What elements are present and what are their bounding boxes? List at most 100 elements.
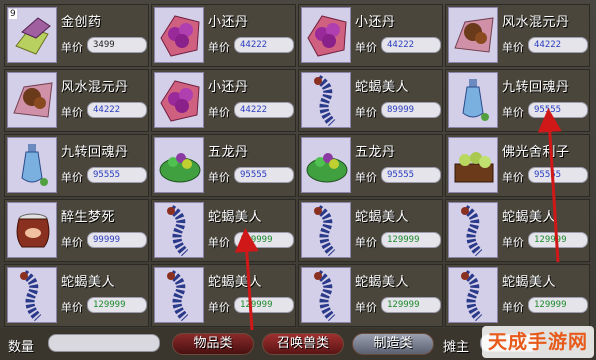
item-name: 蛇蝎美人 [208, 275, 263, 290]
item-slot[interactable]: 五龙丹 单价 95555 [151, 134, 296, 197]
item-icon-frame[interactable] [301, 72, 351, 128]
green-beads-box-icon [454, 152, 494, 183]
blue-worm-icon [314, 75, 336, 127]
item-slot[interactable]: 蛇蝎美人 单价 129999 [298, 199, 443, 262]
blue-worm-icon [20, 270, 42, 322]
item-icon-frame[interactable] [301, 7, 351, 63]
item-slot[interactable]: 蛇蝎美人 单价 129999 [4, 264, 149, 327]
item-icon-frame[interactable] [7, 202, 57, 258]
price-label: 单价 [502, 301, 524, 314]
item-icon-frame[interactable] [7, 137, 57, 193]
tab-crafting[interactable]: 制造类 [352, 333, 434, 355]
price-value: 44222 [87, 102, 147, 118]
blue-bottle-icon [21, 144, 48, 186]
site-watermark: 天成手游网 [482, 326, 594, 358]
item-slot[interactable]: 蛇蝎美人 单价 129999 [445, 199, 590, 262]
price-value: 44222 [381, 37, 441, 53]
item-icon-frame[interactable] [7, 267, 57, 323]
item-slot[interactable]: 小还丹单价 44222 [151, 69, 296, 132]
item-icon-frame[interactable] [301, 202, 351, 258]
item-slot[interactable]: 九转回魂丹单价 95555 [445, 69, 590, 132]
price-value: 44222 [528, 37, 588, 53]
item-name: 小还丹 [208, 80, 249, 95]
item-name: 风水混元丹 [61, 80, 129, 95]
blue-worm-icon [461, 270, 483, 322]
item-icon-frame[interactable] [301, 267, 351, 323]
item-slot[interactable]: 风水混元丹单价 44222 [4, 69, 149, 132]
price-value: 129999 [234, 232, 294, 248]
purple-pill-icon [160, 80, 200, 122]
price-value: 129999 [381, 297, 441, 313]
item-icon-frame[interactable] [448, 202, 498, 258]
price-value: 129999 [528, 297, 588, 313]
item-icon-frame[interactable] [448, 267, 498, 323]
price-value: 95555 [528, 102, 588, 118]
price-label: 单价 [61, 301, 83, 314]
item-slot[interactable]: 9 金创药 单价 3499 [4, 4, 149, 67]
price-value: 129999 [381, 232, 441, 248]
quantity-label: 数量 [8, 340, 35, 355]
price-value: 95555 [234, 167, 294, 183]
price-label: 单价 [502, 106, 524, 119]
price-label: 单价 [208, 236, 230, 249]
price-label: 单价 [208, 41, 230, 54]
item-grid: 9 金创药 单价 3499 小还丹 单价 44222 小还丹 单价 44222 风水混元丹 单价 442… [4, 4, 590, 327]
item-icon-frame[interactable] [448, 137, 498, 193]
price-label: 单价 [61, 41, 83, 54]
item-icon-frame[interactable] [154, 7, 204, 63]
price-label: 单价 [502, 41, 524, 54]
price-label: 单价 [61, 236, 83, 249]
item-name: 蛇蝎美人 [355, 275, 410, 290]
item-slot[interactable]: 九转回魂丹 单价 95555 [4, 134, 149, 197]
price-label: 单价 [208, 171, 230, 184]
tab-summons[interactable]: 召唤兽类 [262, 333, 344, 355]
item-slot[interactable]: 小还丹 单价 44222 [298, 4, 443, 67]
green-leaf-pills-icon [306, 153, 348, 183]
tab-items[interactable]: 物品类 [172, 333, 254, 355]
item-name: 佛光舍利子 [502, 145, 570, 160]
item-name: 九转回魂丹 [502, 80, 570, 95]
price-value: 44222 [234, 102, 294, 118]
item-name: 醉生梦死 [61, 210, 116, 225]
price-value: 89999 [381, 102, 441, 118]
price-value: 129999 [234, 297, 294, 313]
purple-pill-icon [160, 15, 200, 57]
item-icon-frame[interactable] [301, 137, 351, 193]
green-leaf-pills-icon [159, 153, 201, 183]
item-slot[interactable]: 蛇蝎美人 单价 129999 [151, 264, 296, 327]
item-icon-frame[interactable] [154, 267, 204, 323]
item-slot[interactable]: 蛇蝎美人 单价 129999 [151, 199, 296, 262]
item-slot[interactable]: 醉生梦死单价 99999 [4, 199, 149, 262]
item-slot[interactable]: 蛇蝎美人单价 129999 [445, 264, 590, 327]
item-name: 蛇蝎美人 [502, 275, 557, 290]
brown-pill-cloth-icon [13, 82, 53, 118]
item-slot[interactable]: 小还丹 单价 44222 [151, 4, 296, 67]
price-value: 99999 [87, 232, 147, 248]
seller-label: 摊主 [443, 340, 470, 355]
item-icon-frame[interactable] [7, 72, 57, 128]
item-icon-frame[interactable] [154, 72, 204, 128]
item-icon-frame[interactable] [154, 202, 204, 258]
price-label: 单价 [61, 106, 83, 119]
price-value: 95555 [87, 167, 147, 183]
quantity-input[interactable] [48, 334, 160, 352]
item-slot[interactable]: 风水混元丹 单价 44222 [445, 4, 590, 67]
item-slot[interactable]: 佛光舍利子 单价 95555 [445, 134, 590, 197]
item-slot[interactable]: 蛇蝎美人 单价 89999 [298, 69, 443, 132]
blue-bottle-icon [462, 79, 489, 121]
item-icon-frame[interactable] [448, 7, 498, 63]
price-value: 44222 [234, 37, 294, 53]
price-value: 129999 [87, 297, 147, 313]
wine-jar-icon [16, 213, 50, 248]
price-value: 95555 [381, 167, 441, 183]
item-icon-frame[interactable] [448, 72, 498, 128]
item-icon-frame[interactable]: 9 [7, 7, 57, 63]
brown-pill-cloth-icon [454, 17, 494, 53]
item-icon-frame[interactable] [154, 137, 204, 193]
item-slot[interactable]: 五龙丹 单价 95555 [298, 134, 443, 197]
stall-panel: 9 金创药 单价 3499 小还丹 单价 44222 小还丹 单价 44222 风水混元丹 单价 442… [0, 0, 596, 360]
item-slot[interactable]: 蛇蝎美人 单价 129999 [298, 264, 443, 327]
blue-worm-icon [314, 205, 336, 257]
price-label: 单价 [208, 106, 230, 119]
price-label: 单价 [502, 236, 524, 249]
